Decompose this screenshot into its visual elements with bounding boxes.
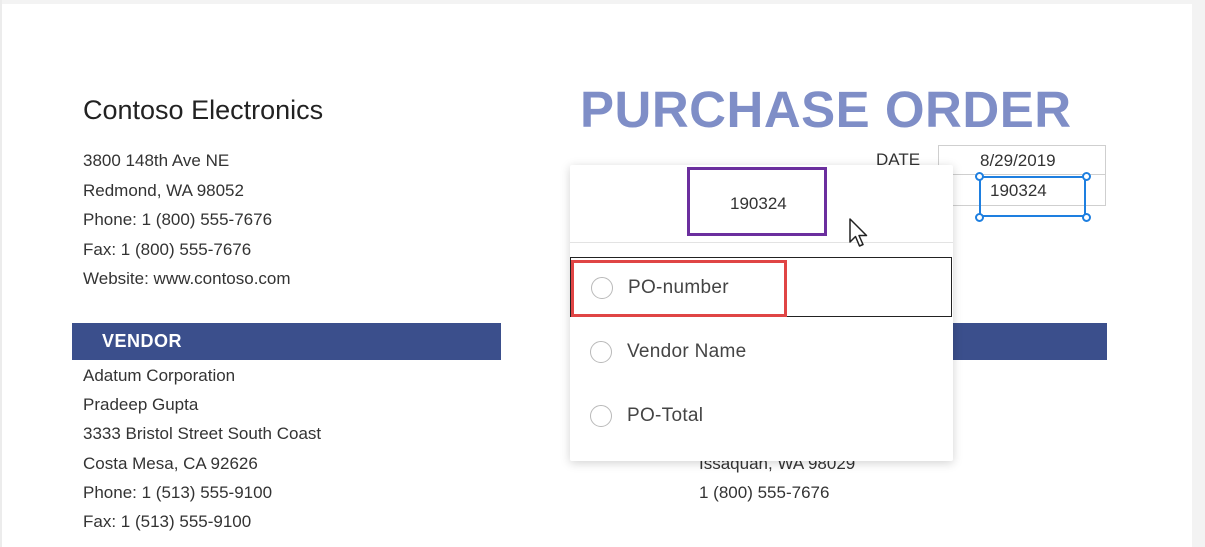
- popup-divider: [570, 242, 953, 243]
- canvas-edge-top: [0, 0, 1205, 4]
- tag-picker-popup: 190324 PO-number Vendor Name PO-Total: [570, 165, 953, 461]
- radio-icon[interactable]: [590, 405, 612, 427]
- tag-option-label: Vendor Name: [627, 341, 747, 362]
- tag-option-label: PO-number: [628, 277, 729, 298]
- vendor-line-company: Adatum Corporation: [83, 366, 236, 385]
- company-address-line-1: 3800 148th Ave NE: [83, 151, 230, 170]
- tag-preview-value: 190324: [730, 194, 787, 213]
- canvas-edge-right: [1192, 0, 1205, 547]
- tag-option-vendor-name[interactable]: Vendor Name: [570, 322, 953, 382]
- tag-option-po-number[interactable]: PO-number: [570, 257, 952, 317]
- vendor-header: VENDOR: [102, 331, 183, 351]
- radio-icon[interactable]: [591, 277, 613, 299]
- canvas-edge-left: [0, 0, 2, 547]
- resize-handle-bottom-left[interactable]: [975, 213, 984, 222]
- vendor-line-street: 3333 Bristol Street South Coast: [83, 424, 322, 443]
- tag-option-po-total[interactable]: PO-Total: [570, 386, 953, 446]
- vendor-line-fax: Fax: 1 (513) 555-9100: [83, 512, 252, 531]
- company-fax: Fax: 1 (800) 555-7676: [83, 240, 252, 259]
- company-website: Website: www.contoso.com: [83, 269, 291, 288]
- company-address-line-2: Redmond, WA 98052: [83, 181, 244, 200]
- date-value: 8/29/2019: [980, 151, 1056, 170]
- po-number-selection-box[interactable]: [979, 176, 1086, 217]
- vendor-line-contact: Pradeep Gupta: [83, 395, 199, 414]
- resize-handle-top-left[interactable]: [975, 172, 984, 181]
- mouse-pointer-icon: [849, 218, 868, 247]
- document-title: PURCHASE ORDER: [580, 81, 1072, 138]
- vendor-line-phone: Phone: 1 (513) 555-9100: [83, 483, 273, 502]
- resize-handle-top-right[interactable]: [1082, 172, 1091, 181]
- company-phone: Phone: 1 (800) 555-7676: [83, 210, 273, 229]
- ship-to-line-phone: 1 (800) 555-7676: [699, 483, 830, 502]
- radio-icon[interactable]: [590, 341, 612, 363]
- tag-option-label: PO-Total: [627, 405, 704, 426]
- company-name: Contoso Electronics: [83, 95, 324, 125]
- vendor-line-city: Costa Mesa, CA 92626: [83, 454, 258, 473]
- ship-to-header-bar: [950, 323, 1107, 360]
- resize-handle-bottom-right[interactable]: [1082, 213, 1091, 222]
